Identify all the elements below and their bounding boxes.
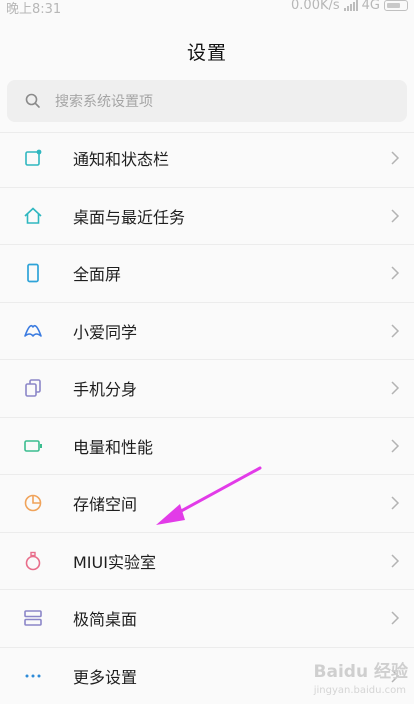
chevron-right-icon xyxy=(390,495,400,511)
setting-label: 全面屏 xyxy=(73,261,121,285)
chevron-right-icon xyxy=(390,380,400,396)
status-right: 0.00K/s 4G xyxy=(291,0,408,13)
setting-item-dual-apps[interactable]: 手机分身 xyxy=(0,360,414,418)
layers-icon xyxy=(22,607,44,629)
xiaoai-icon xyxy=(22,320,44,342)
more-icon xyxy=(22,665,44,687)
phone-icon xyxy=(22,262,44,284)
setting-item-fullscreen[interactable]: 全面屏 xyxy=(0,245,414,303)
setting-label: 存储空间 xyxy=(73,491,137,515)
setting-item-miui-lab[interactable]: MIUI实验室 xyxy=(0,533,414,591)
signal-icon xyxy=(344,0,358,11)
setting-label: 极简桌面 xyxy=(73,606,137,630)
watermark-url: jingyan.baidu.com xyxy=(314,685,406,696)
setting-item-home[interactable]: 桌面与最近任务 xyxy=(0,188,414,246)
home-icon xyxy=(22,205,44,227)
chevron-right-icon xyxy=(390,208,400,224)
search-icon xyxy=(25,93,41,109)
flask-icon xyxy=(22,550,44,572)
battery-icon xyxy=(22,435,44,457)
pie-chart-icon xyxy=(22,492,44,514)
settings-list: 通知和状态栏 桌面与最近任务 全面屏 小爱同学 手机分身 xyxy=(0,130,414,704)
setting-item-storage[interactable]: 存储空间 xyxy=(0,475,414,533)
status-time: 晚上8:31 xyxy=(6,0,61,17)
notification-icon xyxy=(22,147,44,169)
page-title: 设置 xyxy=(0,38,414,65)
setting-item-notification[interactable]: 通知和状态栏 xyxy=(0,130,414,188)
watermark: Baidu 经验 xyxy=(314,657,408,682)
setting-item-simple-home[interactable]: 极简桌面 xyxy=(0,590,414,648)
setting-label: 桌面与最近任务 xyxy=(73,204,185,228)
search-input[interactable]: 搜索系统设置项 xyxy=(55,91,153,111)
setting-label: 手机分身 xyxy=(73,376,137,400)
setting-item-battery[interactable]: 电量和性能 xyxy=(0,418,414,476)
setting-label: 通知和状态栏 xyxy=(73,146,169,170)
status-bar: 晚上8:31 0.00K/s 4G xyxy=(0,0,414,22)
search-box[interactable]: 搜索系统设置项 xyxy=(7,80,407,122)
chevron-right-icon xyxy=(390,265,400,281)
chevron-right-icon xyxy=(390,150,400,166)
network-type: 4G xyxy=(362,0,380,13)
battery-icon xyxy=(384,0,408,11)
chevron-right-icon xyxy=(390,553,400,569)
setting-label: 更多设置 xyxy=(73,664,137,688)
chevron-right-icon xyxy=(390,610,400,626)
dual-copy-icon xyxy=(22,377,44,399)
setting-item-xiaoai[interactable]: 小爱同学 xyxy=(0,303,414,361)
chevron-right-icon xyxy=(390,323,400,339)
setting-label: MIUI实验室 xyxy=(73,549,156,573)
net-speed: 0.00K/s xyxy=(291,0,340,13)
setting-label: 电量和性能 xyxy=(73,434,153,458)
setting-label: 小爱同学 xyxy=(73,319,137,343)
chevron-right-icon xyxy=(390,438,400,454)
